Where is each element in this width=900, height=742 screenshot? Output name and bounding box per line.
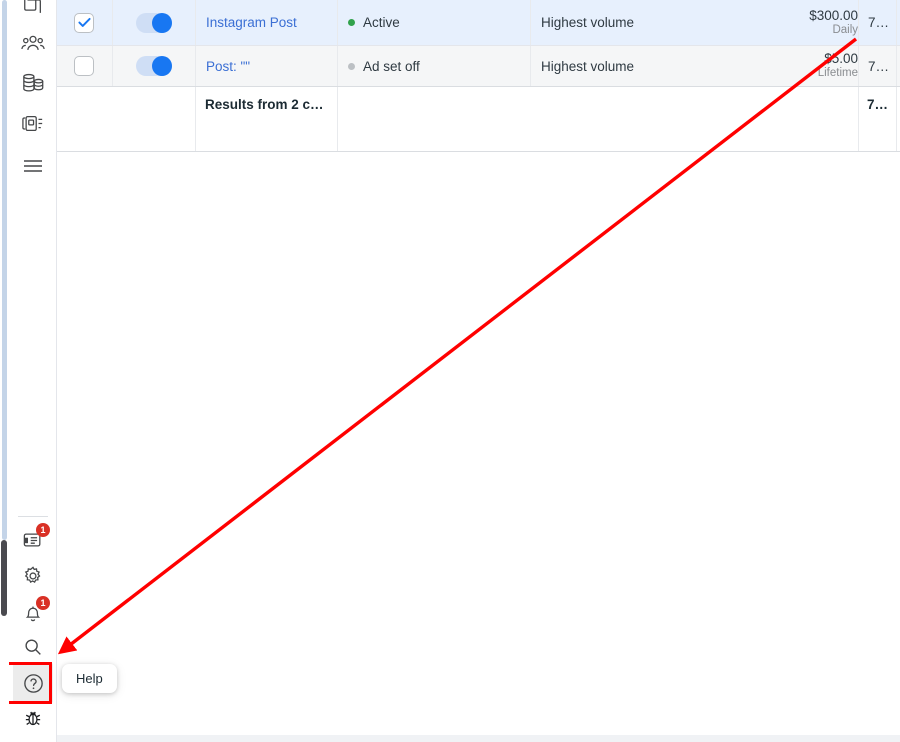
news-badge: 1 [36,523,50,537]
summary-label: Results from 2 ca… [205,97,332,112]
row-select-cell [56,46,112,86]
status-label: Active [363,15,400,30]
sidebar-item-news[interactable]: 1 [13,520,53,560]
menu-icon [22,157,44,175]
toggle-knob [152,12,172,33]
table-tail-column [896,46,900,86]
ads-reporting-icon [21,113,45,135]
budget-cell: $300.00 Daily [696,0,858,45]
row-toggle-cell [112,0,195,45]
help-tooltip: Help [62,664,117,693]
table-row[interactable]: Post: "" Ad set off Highest volume $5.00… [56,45,900,87]
summary-truncated-metric: 7… [867,97,889,112]
ad-set-toggle[interactable] [136,12,172,33]
left-navigation-rail: 1 1 [9,0,57,742]
gear-icon [22,565,44,587]
row-toggle-cell [112,46,195,86]
scrollbar-thumb[interactable] [1,540,7,616]
sidebar-item-report-problem[interactable] [13,698,53,738]
scrollbar-track [2,0,7,540]
ad-set-toggle[interactable] [136,56,172,76]
status-dot-icon [348,19,355,26]
billing-icon [21,72,45,94]
budget-amount: $5.00 [824,51,858,66]
ad-set-status-cell: Active [337,0,530,45]
table-tail-column [896,0,900,45]
status-dot-icon [348,62,355,70]
budget-type: Daily [832,23,858,36]
ad-set-name-cell: Instagram Post [195,0,337,45]
sidebar-item-settings[interactable] [13,556,53,596]
main-content-panel: Instagram Post Active Highest volume $30… [56,0,900,735]
budget-cell: $5.00 Lifetime [696,46,858,86]
budget-type: Lifetime [817,67,858,79]
sidebar-item-search[interactable] [13,627,53,667]
row-checkbox[interactable] [74,56,94,76]
row-select-cell [56,0,112,45]
content-bottom-strip [56,735,900,742]
truncated-metric-cell: 7… [858,46,896,86]
table-row[interactable]: Instagram Post Active Highest volume $30… [56,0,900,45]
sidebar-item-ads-reporting[interactable] [13,104,53,144]
sidebar-item-help[interactable] [13,663,53,703]
help-icon [22,672,45,695]
search-icon [22,636,44,658]
row-checkbox[interactable] [74,12,94,33]
summary-divider [337,87,338,151]
summary-divider [896,87,897,151]
table-summary-row: Results from 2 ca… 7… [56,87,900,152]
truncated-metric-cell: 7… [858,0,896,45]
page-scrollbar[interactable] [0,0,9,742]
ad-set-name-link[interactable]: Instagram Post [206,15,327,30]
rail-divider [18,516,48,517]
status-badge: Ad set off [348,59,520,74]
ad-set-status-cell: Ad set off [337,46,530,86]
status-badge: Active [348,15,520,30]
toggle-knob [152,56,172,76]
bug-icon [22,707,44,729]
ad-set-name-cell: Post: "" [195,46,337,86]
sidebar-item-audiences[interactable] [13,23,53,63]
status-label: Ad set off [363,58,420,74]
ad-sets-table: Instagram Post Active Highest volume $30… [56,0,900,152]
notifications-badge: 1 [36,596,50,610]
ad-set-name-link[interactable]: Post: "" [206,59,327,74]
sidebar-item-billing[interactable] [13,63,53,103]
pages-icon [22,0,44,17]
budget-amount: $300.00 [809,7,858,23]
sidebar-item-menu[interactable] [13,146,53,186]
audience-icon [21,32,45,54]
